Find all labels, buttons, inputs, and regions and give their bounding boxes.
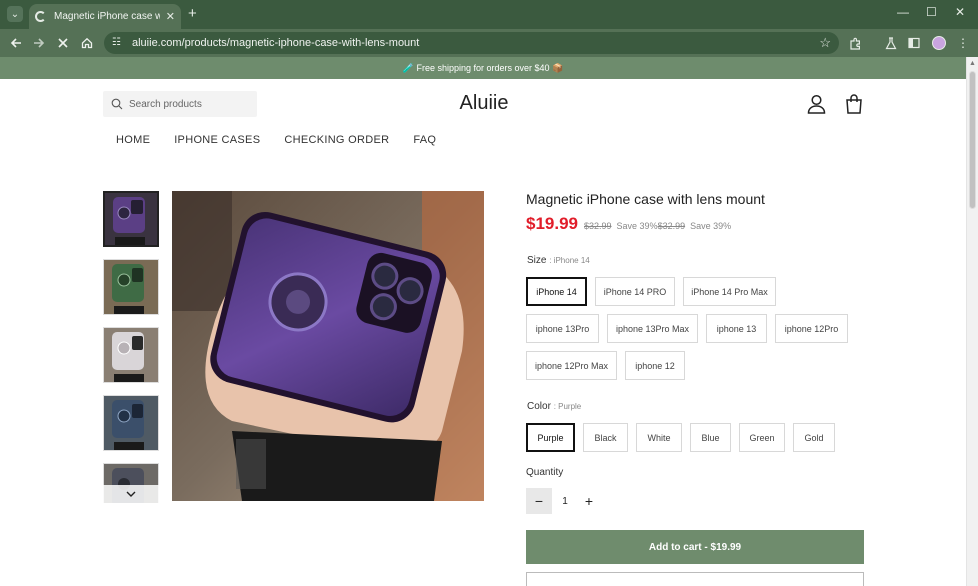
site-logo[interactable]: Aluiie — [440, 92, 528, 115]
size-option-iphone-12[interactable]: iphone 12 — [625, 351, 685, 380]
forward-icon[interactable] — [30, 34, 48, 52]
scrollbar-thumb[interactable] — [969, 71, 976, 209]
main-product-image[interactable] — [172, 191, 484, 501]
size-selected-value: : iPhone 14 — [549, 256, 590, 265]
size-option-iphone-13[interactable]: iphone 13 — [706, 314, 767, 343]
account-icon[interactable] — [807, 94, 826, 119]
site-info-icon[interactable]: ☷ — [112, 37, 124, 49]
home-icon[interactable] — [78, 34, 96, 52]
browser-menu-icon[interactable]: ⋮ — [955, 35, 971, 51]
color-label: Color : Purple — [527, 401, 582, 412]
save-badge: Save 39% — [616, 221, 658, 231]
stop-loading-icon[interactable] — [54, 34, 72, 52]
size-option-iphone-14-pro-max[interactable]: iPhone 14 Pro Max — [683, 277, 776, 306]
size-label: Size : iPhone 14 — [527, 255, 590, 266]
quantity-label: Quantity — [526, 467, 564, 478]
size-option-iphone-12pro[interactable]: iphone 12Pro — [775, 314, 848, 343]
add-to-cart-button[interactable]: Add to cart - $19.99 — [526, 530, 864, 564]
secondary-action-button[interactable] — [526, 572, 864, 586]
nav-iphone-cases[interactable]: IPHONE CASES — [174, 134, 260, 146]
search-box[interactable] — [103, 91, 257, 117]
thumbnail-white[interactable] — [103, 327, 159, 383]
side-panel-icon[interactable] — [906, 35, 922, 51]
size-option-iphone-12pro-max[interactable]: iphone 12Pro Max — [526, 351, 617, 380]
quantity-input[interactable]: 1 — [555, 488, 575, 514]
main-navigation: HOME IPHONE CASES CHECKING ORDER FAQ — [116, 134, 460, 146]
quantity-decrease-button[interactable]: − — [526, 488, 552, 514]
window-close-icon[interactable]: ✕ — [955, 5, 965, 19]
announcement-bar: 🧪 Free shipping for orders over $40 📦 — [0, 57, 966, 79]
search-input[interactable] — [129, 98, 249, 110]
tab-search-button[interactable]: ⌄ — [7, 6, 23, 22]
labs-flask-icon[interactable] — [883, 35, 899, 51]
scroll-up-icon[interactable]: ▲ — [969, 60, 976, 67]
minimize-icon[interactable]: — — [897, 5, 909, 19]
size-option-iphone-13pro-max[interactable]: iphone 13Pro Max — [607, 314, 698, 343]
extensions-icon[interactable] — [847, 35, 863, 51]
color-option-black[interactable]: Black — [583, 423, 628, 452]
page-scrollbar[interactable]: ▲ — [966, 57, 978, 586]
back-icon[interactable] — [7, 34, 25, 52]
color-option-white[interactable]: White — [636, 423, 682, 452]
nav-checking-order[interactable]: CHECKING ORDER — [284, 134, 389, 146]
color-selected-value: : Purple — [553, 402, 582, 411]
quantity-increase-button[interactable]: + — [576, 488, 602, 514]
save-badge-duplicate: Save 39% — [690, 221, 732, 231]
size-option-iphone-14[interactable]: iPhone 14 — [526, 277, 587, 306]
color-option-purple[interactable]: Purple — [526, 423, 575, 452]
new-tab-button[interactable]: + — [188, 6, 197, 22]
compare-price-duplicate: $32.99 — [657, 221, 686, 231]
address-bar[interactable]: ☷ aluiie.com/products/magnetic-iphone-ca… — [104, 32, 839, 54]
thumbnail-green[interactable] — [103, 259, 159, 315]
profile-avatar[interactable] — [932, 36, 946, 50]
browser-toolbar: ☷ aluiie.com/products/magnetic-iphone-ca… — [0, 29, 978, 57]
price-row: $19.99 $32.99 Save 39% $32.99 Save 39% — [526, 214, 731, 234]
tab-title: Magnetic iPhone case with lens mount — [54, 11, 160, 22]
browser-tab-strip: ⌄ Magnetic iPhone case with lens mount ✕… — [0, 0, 978, 29]
sale-price: $19.99 — [526, 214, 578, 233]
browser-tab[interactable]: Magnetic iPhone case with lens mount ✕ — [29, 4, 181, 29]
color-option-green[interactable]: Green — [739, 423, 785, 452]
color-option-gold[interactable]: Gold — [793, 423, 835, 452]
nav-faq[interactable]: FAQ — [413, 134, 436, 146]
nav-home[interactable]: HOME — [116, 134, 150, 146]
size-option-iphone-13pro[interactable]: iphone 13Pro — [526, 314, 599, 343]
close-tab-icon[interactable]: ✕ — [166, 10, 175, 23]
search-icon — [111, 98, 123, 110]
product-title: Magnetic iPhone case with lens mount — [526, 191, 765, 207]
thumbnail-gallery — [103, 191, 159, 503]
bookmark-star-icon[interactable]: ☆ — [819, 35, 831, 51]
url-text: aluiie.com/products/magnetic-iphone-case… — [132, 37, 420, 49]
thumbnail-purple[interactable] — [103, 191, 159, 247]
cart-bag-icon[interactable] — [845, 94, 863, 119]
color-option-blue[interactable]: Blue — [690, 423, 731, 452]
maximize-icon[interactable]: ☐ — [926, 5, 937, 19]
compare-price: $32.99 — [584, 221, 612, 231]
thumbnail-blue[interactable] — [103, 395, 159, 451]
size-option-iphone-14-pro[interactable]: iPhone 14 PRO — [595, 277, 675, 306]
thumbnail-scroll-down-icon[interactable] — [103, 485, 159, 503]
loading-spinner-icon — [35, 11, 46, 22]
